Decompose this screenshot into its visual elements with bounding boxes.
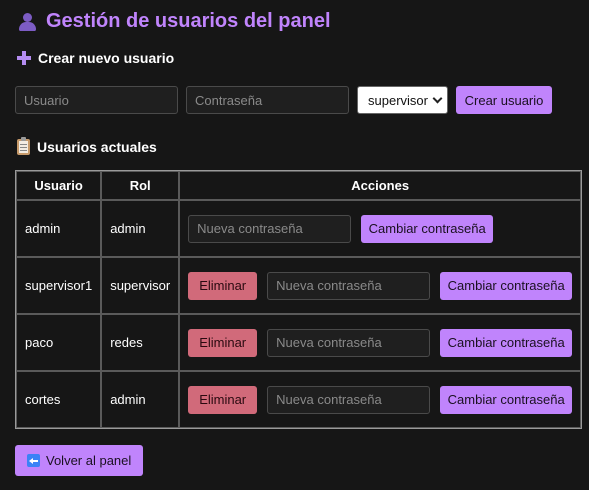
column-header-actions: Acciones [179,171,582,200]
new-password-input[interactable] [186,86,349,114]
user-icon [17,12,37,32]
page-title: Gestión de usuarios del panel [17,10,331,33]
user-cell: supervisor1 [16,257,102,314]
actions-cell: Cambiar contraseña [179,200,582,257]
user-cell: admin [16,200,102,257]
table-row: cortes admin Eliminar Cambiar contraseña [16,371,582,428]
back-arrow-icon [27,454,40,467]
back-to-panel-button[interactable]: Volver al panel [15,445,144,476]
table-row: admin admin Cambiar contraseña [16,200,582,257]
new-password-input[interactable] [267,328,431,357]
current-users-heading-text: Usuarios actuales [37,139,157,155]
current-users-heading: Usuarios actuales [17,137,157,155]
role-select-value: supervisor [368,92,428,108]
actions-cell: Eliminar Cambiar contraseña [179,371,582,428]
new-password-input[interactable] [188,214,352,243]
role-cell: redes [101,314,180,371]
change-password-button[interactable]: Cambiar contraseña [440,271,573,300]
delete-user-button[interactable]: Eliminar [188,328,258,357]
back-to-panel-label: Volver al panel [46,453,132,468]
role-cell: admin [101,200,180,257]
role-cell: admin [101,371,180,428]
change-password-button[interactable]: Cambiar contraseña [440,385,573,414]
role-cell: supervisor [101,257,180,314]
actions-cell: Eliminar Cambiar contraseña [179,257,582,314]
actions-cell: Eliminar Cambiar contraseña [179,314,582,371]
delete-user-button[interactable]: Eliminar [188,385,258,414]
create-user-heading-text: Crear nuevo usuario [38,50,175,66]
column-header-role: Rol [101,171,180,200]
page: Gestión de usuarios del panel Crear nuev… [0,0,589,490]
role-select[interactable]: supervisor [357,86,448,114]
table-row: paco redes Eliminar Cambiar contraseña [16,314,582,371]
plus-icon [17,51,31,65]
create-user-button[interactable]: Crear usuario [456,86,552,114]
new-password-input[interactable] [267,385,431,414]
column-header-user: Usuario [16,171,102,200]
change-password-button[interactable]: Cambiar contraseña [361,214,494,243]
table-header-row: Usuario Rol Acciones [16,171,582,200]
table-row: supervisor1 supervisor Eliminar Cambiar … [16,257,582,314]
change-password-button[interactable]: Cambiar contraseña [440,328,573,357]
user-cell: cortes [16,371,102,428]
new-password-input[interactable] [267,271,431,300]
new-username-input[interactable] [15,86,178,114]
page-title-text: Gestión de usuarios del panel [46,10,331,32]
chevron-down-icon [432,93,443,103]
delete-user-button[interactable]: Eliminar [188,271,258,300]
user-cell: paco [16,314,102,371]
users-table: Usuario Rol Acciones admin admin Cambiar… [15,170,583,429]
clipboard-icon [17,137,30,155]
create-user-heading: Crear nuevo usuario [17,50,174,66]
